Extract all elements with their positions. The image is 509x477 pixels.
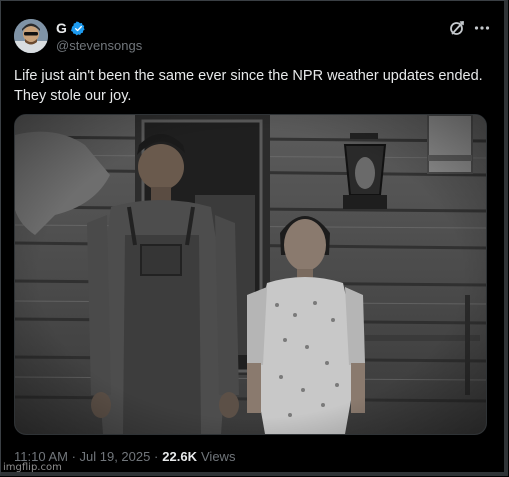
author-name-row[interactable]: G (56, 20, 86, 36)
imgflip-watermark: imgflip.com (3, 462, 62, 473)
views-label: Views (201, 449, 236, 464)
post-photo[interactable] (14, 114, 487, 435)
verified-badge-icon (70, 21, 86, 36)
views-count: 22.6K (162, 449, 197, 464)
display-name[interactable]: G (56, 20, 67, 36)
grok-icon[interactable] (448, 19, 466, 37)
more-icon[interactable] (473, 19, 491, 37)
avatar[interactable] (14, 19, 48, 53)
author-handle[interactable]: @stevensongs (56, 38, 142, 53)
post-text: Life just ain't been the same ever since… (14, 68, 483, 104)
